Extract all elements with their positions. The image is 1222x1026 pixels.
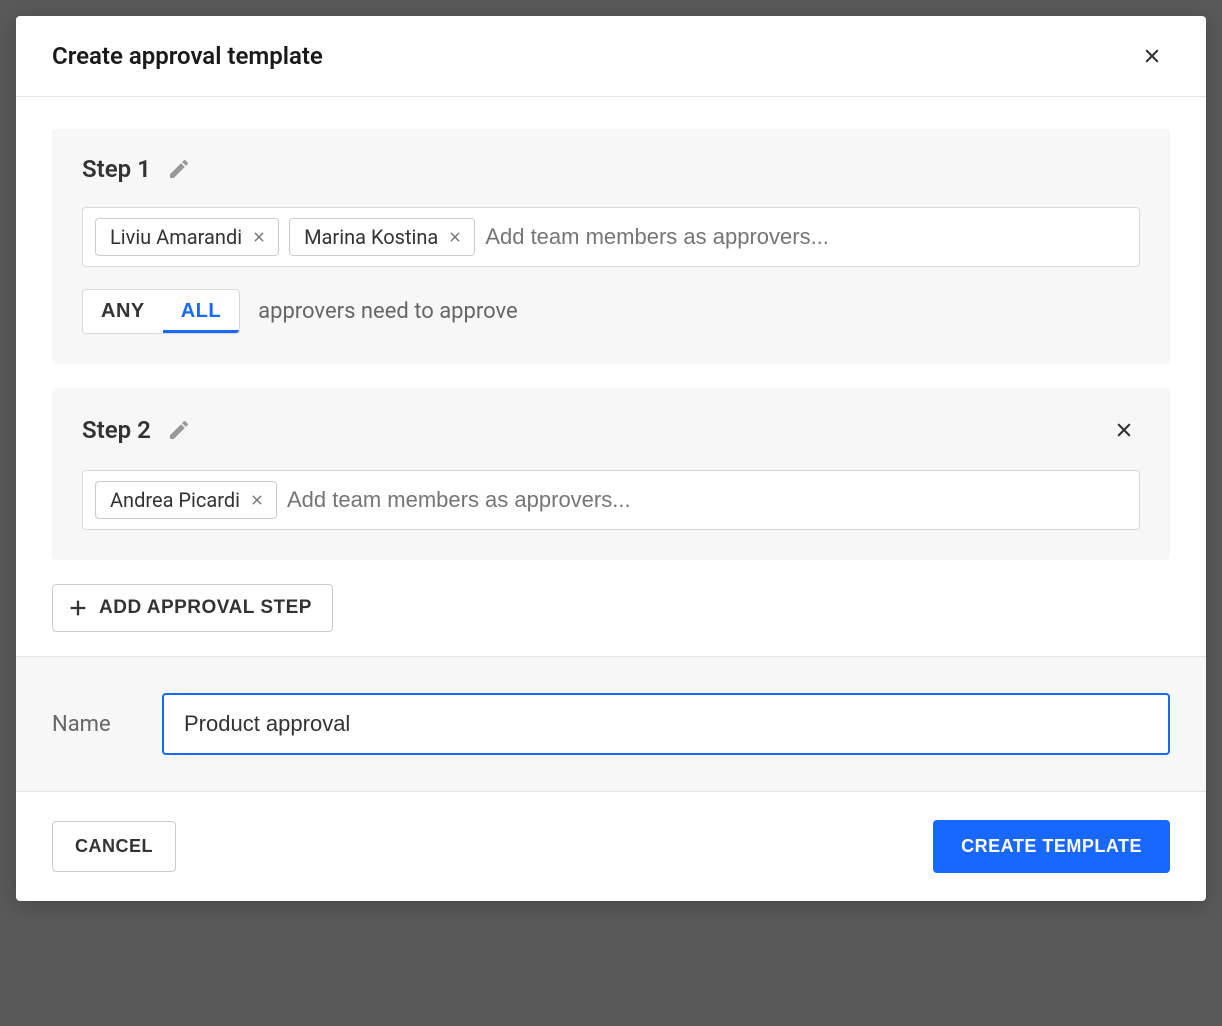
- approval-template-modal: Create approval template Step 1 Liviu Am…: [16, 16, 1206, 901]
- remove-approver-button[interactable]: [446, 228, 464, 246]
- close-icon: [1114, 420, 1134, 440]
- close-icon: [448, 230, 462, 244]
- add-approval-step-button[interactable]: ADD APPROVAL STEP: [52, 584, 333, 632]
- step-header-left: Step 2: [82, 416, 191, 444]
- remove-approver-button[interactable]: [250, 228, 268, 246]
- approver-chip: Marina Kostina: [289, 218, 475, 256]
- approvers-input[interactable]: Andrea Picardi: [82, 470, 1140, 530]
- toggle-all-button[interactable]: ALL: [163, 290, 239, 333]
- plus-icon: [67, 597, 89, 619]
- close-button[interactable]: [1134, 38, 1170, 74]
- close-icon: [1142, 46, 1162, 66]
- step-header: Step 1: [82, 155, 1140, 183]
- approval-mode-description: approvers need to approve: [258, 299, 518, 324]
- step-header-left: Step 1: [82, 155, 191, 183]
- approval-mode-row: ANY ALL approvers need to approve: [82, 289, 1140, 334]
- modal-body: Step 1 Liviu Amarandi Marina Kostina: [16, 97, 1206, 656]
- approver-chip: Liviu Amarandi: [95, 218, 279, 256]
- approver-name: Marina Kostina: [304, 225, 438, 249]
- modal-header: Create approval template: [16, 16, 1206, 97]
- modal-footer: CANCEL CREATE TEMPLATE: [16, 791, 1206, 901]
- approvers-text-input[interactable]: [485, 224, 1127, 250]
- create-template-button[interactable]: CREATE TEMPLATE: [933, 820, 1170, 873]
- approvers-text-input[interactable]: [287, 487, 1127, 513]
- approval-step-1: Step 1 Liviu Amarandi Marina Kostina: [52, 129, 1170, 364]
- approver-name: Liviu Amarandi: [110, 225, 242, 249]
- approval-mode-toggle: ANY ALL: [82, 289, 240, 334]
- close-icon: [252, 230, 266, 244]
- close-icon: [250, 493, 264, 507]
- approval-step-2: Step 2 Andrea Picardi: [52, 388, 1170, 560]
- template-name-input[interactable]: [162, 693, 1170, 755]
- edit-icon[interactable]: [167, 157, 191, 181]
- modal-title: Create approval template: [52, 42, 323, 70]
- cancel-button[interactable]: CANCEL: [52, 821, 176, 872]
- add-step-label: ADD APPROVAL STEP: [99, 597, 312, 619]
- edit-icon[interactable]: [167, 418, 191, 442]
- name-section: Name: [16, 656, 1206, 791]
- approver-name: Andrea Picardi: [110, 488, 240, 512]
- remove-approver-button[interactable]: [248, 491, 266, 509]
- step-title: Step 2: [82, 416, 151, 444]
- toggle-any-button[interactable]: ANY: [83, 290, 163, 333]
- approver-chip: Andrea Picardi: [95, 481, 277, 519]
- name-label: Name: [52, 712, 122, 737]
- approvers-input[interactable]: Liviu Amarandi Marina Kostina: [82, 207, 1140, 267]
- step-header: Step 2: [82, 414, 1140, 446]
- remove-step-button[interactable]: [1108, 414, 1140, 446]
- step-title: Step 1: [82, 155, 151, 183]
